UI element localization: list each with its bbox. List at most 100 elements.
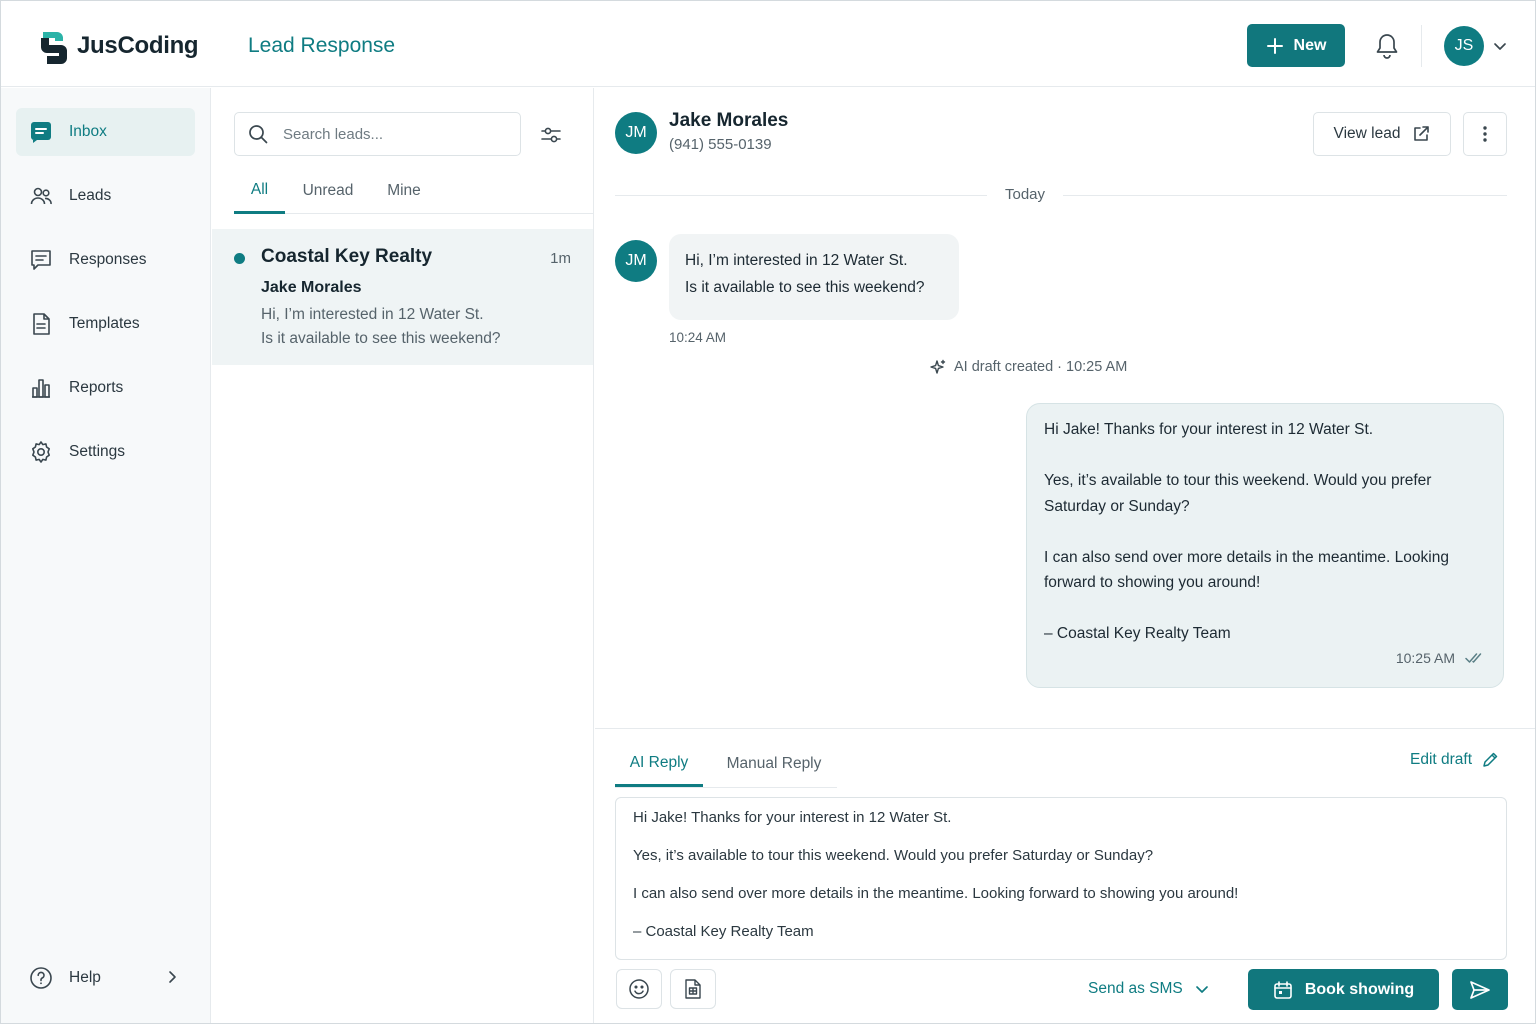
contact-name: Jake Morales (669, 110, 789, 131)
lead-preview-line: Hi, I’m interested in 12 Water St. (261, 306, 484, 323)
message-avatar: JM (615, 240, 657, 282)
draft-paragraph: – Coastal Key Realty Team (633, 923, 814, 940)
draft-paragraph: Hi Jake! Thanks for your interest in 12 … (633, 809, 952, 826)
day-divider-label: Today (1004, 186, 1046, 203)
sidebar-item-leads[interactable]: Leads (16, 172, 195, 220)
page-title: Lead Response (248, 34, 396, 57)
lead-filter-tabs: All Unread Mine (234, 168, 594, 214)
user-avatar[interactable]: JS (1444, 26, 1484, 66)
template-document-icon (685, 979, 701, 999)
filter-sliders-icon[interactable] (540, 124, 562, 146)
chevron-down-icon[interactable] (1493, 39, 1507, 53)
tab-manual-reply[interactable]: Manual Reply (719, 741, 829, 787)
send-as-sms-label: Send as SMS (1088, 980, 1183, 997)
logo-mark-icon (41, 32, 67, 64)
draft-paragraph: I can also send over more details in the… (633, 885, 1239, 902)
tab-mine[interactable]: Mine (380, 168, 428, 214)
emoji-button[interactable] (616, 969, 662, 1009)
chevron-right-icon (169, 971, 176, 983)
help-icon (30, 967, 52, 989)
plus-icon (1266, 37, 1283, 54)
book-showing-button[interactable]: Book showing (1248, 969, 1439, 1010)
outgoing-message: Hi Jake! Thanks for your interest in 12 … (1026, 403, 1504, 688)
pencil-icon (1483, 752, 1498, 767)
ai-draft-notice-text: AI draft created · 10:25 AM (954, 359, 1128, 375)
message-paragraph: Hi Jake! Thanks for your interest in 12 … (1044, 421, 1374, 438)
sidebar-item-label: Templates (69, 315, 140, 332)
message-paragraph: I can also send over more details in the… (1044, 548, 1449, 592)
chevron-down-icon (1195, 986, 1208, 993)
message-line: Hi, I’m interested in 12 Water St. (685, 252, 908, 269)
template-button[interactable] (670, 969, 716, 1009)
reply-tabs-divider (615, 787, 837, 788)
more-vertical-icon (1483, 126, 1487, 142)
lead-company: Coastal Key Realty (261, 246, 433, 267)
send-icon (1470, 980, 1490, 999)
send-button[interactable] (1452, 969, 1508, 1010)
more-options-button[interactable] (1463, 112, 1507, 156)
lead-preview: Hi, I’m interested in 12 Water St. Is it… (261, 303, 501, 351)
sidebar-item-responses[interactable]: Responses (16, 236, 195, 284)
app-window: JusCoding Lead Response New JS Inbox Lea… (0, 0, 1536, 1024)
inbox-icon (31, 122, 51, 143)
message-paragraph: Yes, it’s available to tour this weekend… (1044, 472, 1432, 515)
contact-phone: (941) 555-0139 (669, 136, 772, 153)
edit-draft-button[interactable]: Edit draft (1410, 751, 1498, 769)
double-check-icon (1465, 653, 1482, 663)
view-lead-label: View lead (1333, 125, 1401, 142)
reply-composer: AI Reply Manual Reply Edit draft Hi Jake… (595, 728, 1535, 1023)
logo[interactable]: JusCoding (37, 28, 199, 64)
contact-avatar: JM (615, 112, 657, 154)
users-icon (30, 187, 52, 205)
send-as-sms-dropdown[interactable]: Send as SMS (1088, 980, 1209, 998)
lead-list-panel: All Unread Mine Coastal Key Realty 1m Ja… (212, 88, 594, 1023)
new-button-label: New (1293, 36, 1327, 54)
lead-preview-line: Is it available to see this weekend? (261, 330, 501, 347)
bar-chart-icon (32, 379, 50, 398)
search-box[interactable] (234, 112, 521, 156)
search-input[interactable] (283, 125, 483, 143)
lead-time: 1m (550, 250, 571, 267)
outgoing-timestamp: 10:25 AM (1396, 646, 1485, 672)
sidebar-item-inbox[interactable]: Inbox (16, 108, 195, 156)
message-line: Is it available to see this weekend? (685, 279, 925, 296)
sparkle-icon (930, 359, 946, 374)
app-name: JusCoding (77, 32, 199, 59)
sidebar: Inbox Leads Responses Templates Reports … (1, 88, 211, 1023)
calendar-icon (1274, 980, 1292, 999)
search-icon (249, 125, 268, 144)
sidebar-item-settings[interactable]: Settings (16, 428, 195, 476)
external-link-icon (1414, 126, 1430, 141)
gear-icon (31, 441, 50, 463)
sidebar-item-label: Responses (69, 251, 147, 268)
view-lead-button[interactable]: View lead (1313, 112, 1451, 156)
sidebar-item-label: Reports (69, 379, 124, 396)
draft-editor[interactable]: Hi Jake! Thanks for your interest in 12 … (615, 797, 1507, 960)
draft-paragraph: Yes, it’s available to tour this weekend… (633, 847, 1154, 864)
outgoing-time: 10:25 AM (1395, 649, 1455, 666)
book-showing-label: Book showing (1304, 980, 1415, 998)
sidebar-item-templates[interactable]: Templates (16, 300, 195, 348)
day-divider-line (615, 195, 987, 196)
bell-icon[interactable] (1374, 32, 1400, 60)
document-icon (33, 313, 50, 335)
incoming-timestamp: 10:24 AM (669, 330, 727, 345)
incoming-message: Hi, I’m interested in 12 Water St. Is it… (669, 234, 959, 320)
lead-list-item[interactable]: Coastal Key Realty 1m Jake Morales Hi, I… (212, 229, 593, 365)
sidebar-item-label: Inbox (69, 123, 107, 140)
new-button[interactable]: New (1247, 24, 1345, 67)
emoji-icon (629, 979, 649, 999)
lead-name: Jake Morales (261, 279, 362, 296)
sidebar-item-label: Settings (69, 443, 126, 460)
sidebar-item-label: Help (69, 969, 101, 986)
tab-ai-reply[interactable]: AI Reply (615, 741, 703, 787)
sidebar-item-reports[interactable]: Reports (16, 364, 195, 412)
sidebar-item-label: Leads (69, 187, 112, 204)
tab-all[interactable]: All (234, 168, 285, 214)
top-header: JusCoding Lead Response New JS (1, 1, 1535, 87)
tab-unread[interactable]: Unread (296, 168, 360, 214)
header-divider (1421, 25, 1422, 67)
chat-icon (31, 250, 51, 270)
message-paragraph: – Coastal Key Realty Team (1044, 625, 1231, 642)
edit-draft-label: Edit draft (1410, 751, 1473, 768)
